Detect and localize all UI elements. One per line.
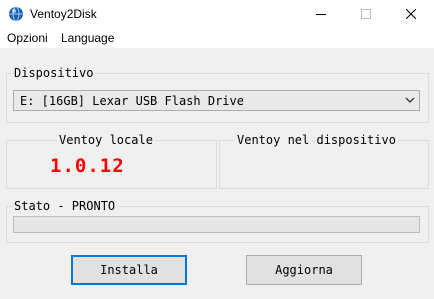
window-title: Ventoy2Disk (30, 7, 97, 21)
maximize-button[interactable] (344, 0, 389, 29)
progress-bar (13, 216, 420, 233)
device-select[interactable]: E: [16GB] Lexar USB Flash Drive (13, 90, 420, 111)
update-button[interactable]: Aggiorna (246, 255, 362, 285)
menu-language[interactable]: Language (61, 31, 114, 45)
device-version-group (219, 140, 429, 189)
title-bar: Ventoy2Disk (0, 0, 434, 29)
device-select-value: E: [16GB] Lexar USB Flash Drive (20, 94, 244, 108)
device-version-legend: Ventoy nel dispositivo (235, 133, 398, 147)
close-button[interactable] (389, 0, 434, 29)
minimize-icon (316, 14, 326, 15)
menu-options[interactable]: Opzioni (7, 31, 48, 45)
ventoy-globe-icon (9, 6, 23, 22)
local-version-value: 1.0.12 (50, 155, 125, 177)
menu-bar: Opzioni Language (0, 29, 434, 48)
install-button[interactable]: Installa (71, 255, 187, 285)
maximize-icon (361, 9, 371, 19)
chevron-down-icon (405, 97, 415, 103)
minimize-button[interactable] (299, 0, 344, 29)
status-legend: Stato - PRONTO (12, 199, 118, 213)
device-legend: Dispositivo (12, 66, 96, 80)
close-icon (406, 9, 416, 19)
local-version-legend: Ventoy locale (57, 133, 155, 147)
